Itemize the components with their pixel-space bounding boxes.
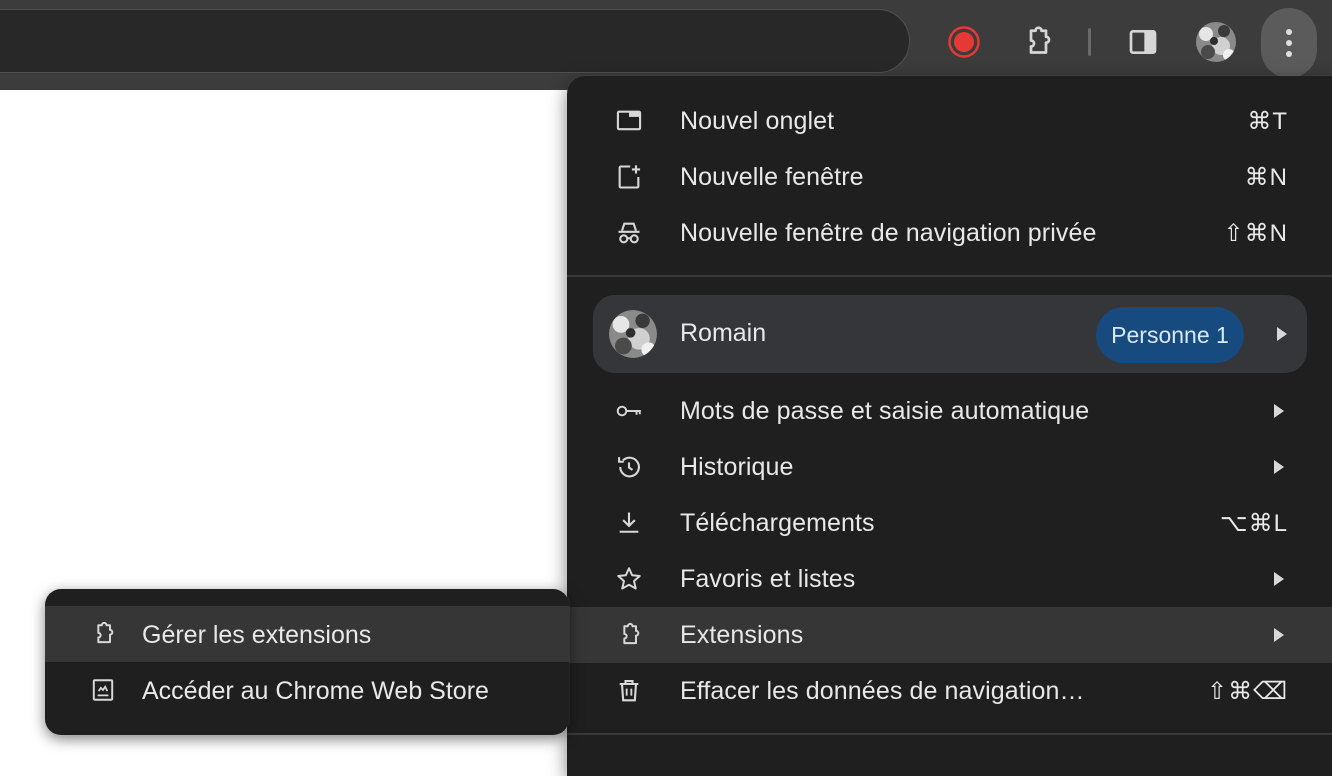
submenu-arrow-icon (1274, 404, 1284, 418)
menu-item-new-window[interactable]: Nouvelle fenêtre ⌘N (567, 149, 1332, 205)
shortcut-label: ⇧⌘⌫ (1206, 677, 1288, 705)
menu-item-label: Effacer les données de navigation… (680, 676, 1085, 705)
new-tab-icon (615, 107, 643, 135)
submenu-item-manage-extensions[interactable]: Gérer les extensions (45, 606, 569, 662)
star-icon (615, 565, 643, 593)
menu-divider (567, 733, 1332, 735)
menu-item-incognito[interactable]: Nouvelle fenêtre de navigation privée ⇧⌘… (567, 205, 1332, 261)
menu-item-downloads[interactable]: Téléchargements ⌥⌘L (567, 495, 1332, 551)
key-icon (615, 397, 643, 425)
side-panel-button[interactable] (1117, 16, 1169, 68)
submenu-arrow-icon (1274, 460, 1284, 474)
submenu-arrow-icon (1274, 572, 1284, 586)
record-button[interactable] (938, 16, 990, 68)
profile-row[interactable]: Romain Personne 1 (593, 295, 1307, 373)
menu-item-label: Nouvel onglet (680, 106, 835, 135)
menu-item-history[interactable]: Historique (567, 439, 1332, 495)
extensions-puzzle-icon (89, 620, 117, 648)
menu-item-bookmarks[interactable]: Favoris et listes (567, 551, 1332, 607)
extensions-button[interactable] (1011, 16, 1063, 68)
extensions-submenu: Gérer les extensions Accéder au Chrome W… (45, 589, 569, 735)
extensions-puzzle-icon (1029, 26, 1051, 54)
shortcut-label: ⌘T (1247, 107, 1288, 135)
submenu-item-label: Gérer les extensions (142, 621, 372, 649)
menu-divider (567, 275, 1332, 277)
shortcut-label: ⌘N (1244, 163, 1288, 191)
menu-item-label: Historique (680, 452, 794, 481)
submenu-item-label: Accéder au Chrome Web Store (142, 677, 489, 705)
menu-item-new-tab[interactable]: Nouvel onglet ⌘T (567, 93, 1332, 149)
menu-item-passwords[interactable]: Mots de passe et saisie automatique (567, 383, 1332, 439)
menu-item-extensions[interactable]: Extensions (567, 607, 1332, 663)
profile-name: Romain (680, 319, 767, 347)
toolbar-separator (1088, 28, 1091, 56)
new-window-icon (615, 163, 643, 191)
chrome-menu-button[interactable] (1261, 8, 1317, 78)
submenu-item-chrome-web-store[interactable]: Accéder au Chrome Web Store (45, 662, 569, 718)
submenu-arrow-icon (1274, 628, 1284, 642)
menu-item-label: Nouvelle fenêtre (680, 162, 864, 191)
profile-avatar (1196, 22, 1236, 62)
more-vert-icon (1286, 29, 1292, 57)
extensions-puzzle-icon (615, 621, 643, 649)
side-panel-icon (1129, 30, 1157, 54)
history-icon (615, 453, 643, 481)
chrome-menu: Nouvel onglet ⌘T Nouvelle fenêtre ⌘N Nou… (567, 76, 1332, 776)
trash-icon (615, 677, 643, 705)
record-icon (948, 26, 980, 58)
profile-avatar (609, 310, 657, 358)
submenu-arrow-icon (1277, 327, 1287, 341)
shortcut-label: ⌥⌘L (1219, 509, 1288, 537)
profile-badge: Personne 1 (1096, 307, 1244, 363)
download-icon (615, 509, 643, 537)
menu-item-label: Mots de passe et saisie automatique (680, 396, 1090, 425)
incognito-icon (615, 219, 643, 247)
web-store-icon (89, 676, 117, 704)
menu-item-label: Favoris et listes (680, 564, 856, 593)
shortcut-label: ⇧⌘N (1223, 219, 1288, 247)
menu-item-label: Téléchargements (680, 508, 875, 537)
profile-button[interactable] (1190, 16, 1242, 68)
menu-item-clear-browsing-data[interactable]: Effacer les données de navigation… ⇧⌘⌫ (567, 663, 1332, 719)
menu-item-label: Nouvelle fenêtre de navigation privée (680, 218, 1097, 247)
menu-item-label: Extensions (680, 620, 804, 649)
address-bar[interactable] (0, 9, 910, 73)
